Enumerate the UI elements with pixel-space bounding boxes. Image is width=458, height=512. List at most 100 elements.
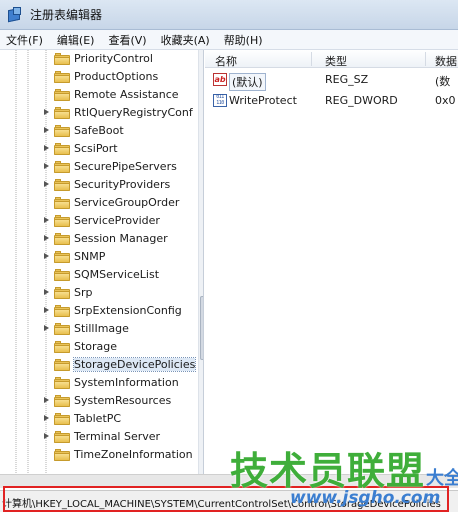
- tree-item-label: PriorityControl: [74, 52, 153, 65]
- value-name: (默认): [229, 73, 266, 91]
- menu-favorites[interactable]: 收藏夹(A): [161, 32, 210, 48]
- folder-icon: [54, 251, 70, 263]
- folder-icon: [54, 377, 70, 389]
- column-header-data[interactable]: 数据: [435, 53, 457, 69]
- folder-icon: [54, 287, 70, 299]
- tree-item-label: ProductOptions: [74, 70, 159, 83]
- tree-item[interactable]: ScsiPort: [8, 140, 203, 158]
- expand-arrow-icon[interactable]: [43, 145, 50, 152]
- expand-arrow-icon[interactable]: [43, 109, 50, 116]
- tree-item-label: SecurePipeServers: [74, 160, 177, 173]
- tree-item[interactable]: Session Manager: [8, 230, 203, 248]
- tree-item[interactable]: SQMServiceList: [8, 266, 203, 284]
- folder-icon: [54, 161, 70, 173]
- watermark-brand: 技术员联盟: [230, 449, 426, 493]
- binary-value-icon: 011 110: [213, 94, 227, 107]
- expand-arrow-icon[interactable]: [43, 415, 50, 422]
- folder-icon: [54, 305, 70, 317]
- tree-item[interactable]: StillImage: [8, 320, 203, 338]
- tree-item-label: SQMServiceList: [74, 268, 160, 281]
- list-header: 名称 类型 数据: [205, 50, 458, 68]
- expand-arrow-icon[interactable]: [43, 163, 50, 170]
- folder-icon: [54, 89, 70, 101]
- tree-item[interactable]: PriorityControl: [8, 50, 203, 68]
- value-type: REG_DWORD: [325, 94, 398, 107]
- menu-file[interactable]: 文件(F): [6, 32, 43, 48]
- title-bar: 注册表编辑器: [0, 0, 458, 30]
- tree-item[interactable]: TimeZoneInformation: [8, 446, 203, 464]
- tree-item-label: ScsiPort: [74, 142, 118, 155]
- tree-item-label: ServiceProvider: [74, 214, 160, 227]
- tree-item[interactable]: StorageDevicePolicies: [8, 356, 203, 374]
- expand-arrow-icon[interactable]: [43, 127, 50, 134]
- expand-arrow-icon[interactable]: [43, 397, 50, 404]
- tree-item[interactable]: ServiceGroupOrder: [8, 194, 203, 212]
- tree-item[interactable]: SafeBoot: [8, 122, 203, 140]
- folder-icon: [54, 431, 70, 443]
- expand-arrow-icon[interactable]: [43, 235, 50, 242]
- folder-icon: [54, 449, 70, 461]
- folder-icon: [54, 71, 70, 83]
- expand-arrow-icon[interactable]: [43, 325, 50, 332]
- tree-item[interactable]: Storage: [8, 338, 203, 356]
- tree-item[interactable]: SecurityProviders: [8, 176, 203, 194]
- folder-icon: [54, 359, 70, 371]
- tree-item-label: SystemResources: [74, 394, 172, 407]
- folder-icon: [54, 395, 70, 407]
- expand-arrow-icon[interactable]: [43, 217, 50, 224]
- tree-item-label: StillImage: [74, 322, 129, 335]
- folder-icon: [54, 125, 70, 137]
- watermark-url: www.jsgho.com: [290, 488, 441, 508]
- tree-item-label: ServiceGroupOrder: [74, 196, 180, 209]
- tree-item[interactable]: Srp: [8, 284, 203, 302]
- value-data: 0x0: [435, 94, 456, 107]
- tree-scroll-thumb[interactable]: [200, 296, 203, 360]
- string-value-icon: ab: [213, 73, 227, 86]
- menu-help[interactable]: 帮助(H): [224, 32, 263, 48]
- tree-item-label: TabletPC: [74, 412, 122, 425]
- tree-item[interactable]: SystemInformation: [8, 374, 203, 392]
- tree-item-label: Remote Assistance: [74, 88, 179, 101]
- expand-arrow-icon[interactable]: [43, 253, 50, 260]
- tree-item[interactable]: SystemResources: [8, 392, 203, 410]
- value-name: WriteProtect: [229, 94, 297, 107]
- expand-arrow-icon[interactable]: [43, 289, 50, 296]
- tree-item[interactable]: RtlQueryRegistryConf: [8, 104, 203, 122]
- tree-item[interactable]: Terminal Server: [8, 428, 203, 446]
- folder-icon: [54, 107, 70, 119]
- tree-item[interactable]: SrpExtensionConfig: [8, 302, 203, 320]
- tree-item[interactable]: SecurePipeServers: [8, 158, 203, 176]
- tree-item-label: TimeZoneInformation: [74, 448, 193, 461]
- tree-vertical-scrollbar[interactable]: [198, 50, 203, 474]
- tree-item-label: Session Manager: [74, 232, 168, 245]
- menu-edit[interactable]: 编辑(E): [57, 32, 95, 48]
- tree-item-label: StorageDevicePolicies: [72, 357, 197, 372]
- folder-icon: [54, 323, 70, 335]
- tree-item-label: RtlQueryRegistryConf: [74, 106, 193, 119]
- registry-key-tree[interactable]: PriorityControl ProductOptions Remote Assi…: [8, 50, 204, 474]
- folder-icon: [54, 269, 70, 281]
- expand-arrow-icon[interactable]: [43, 307, 50, 314]
- expand-arrow-icon[interactable]: [43, 433, 50, 440]
- tree-item[interactable]: Remote Assistance: [8, 86, 203, 104]
- folder-icon: [54, 233, 70, 245]
- column-header-type[interactable]: 类型: [325, 53, 347, 69]
- window-title: 注册表编辑器: [30, 8, 103, 22]
- value-row-writeprotect[interactable]: 011 110 WriteProtect REG_DWORD 0x0: [205, 92, 458, 110]
- folder-icon: [54, 179, 70, 191]
- registry-value-list[interactable]: 名称 类型 数据 ab (默认) REG_SZ (数 011 110 WriteP…: [205, 50, 458, 474]
- value-row-default[interactable]: ab (默认) REG_SZ (数: [205, 71, 458, 91]
- tree-item[interactable]: ProductOptions: [8, 68, 203, 86]
- tree-item[interactable]: TabletPC: [8, 410, 203, 428]
- folder-icon: [54, 215, 70, 227]
- folder-icon: [54, 413, 70, 425]
- watermark: 技术员联盟 www.jsgho.com 大全: [230, 440, 458, 512]
- tree-item[interactable]: ServiceProvider: [8, 212, 203, 230]
- tree-item[interactable]: SNMP: [8, 248, 203, 266]
- watermark-suffix: 大全: [426, 468, 458, 489]
- expand-arrow-icon[interactable]: [43, 181, 50, 188]
- menu-view[interactable]: 查看(V): [108, 32, 146, 48]
- tree-item-label: Storage: [74, 340, 118, 353]
- column-header-name[interactable]: 名称: [215, 53, 237, 69]
- value-data: (数: [435, 75, 451, 88]
